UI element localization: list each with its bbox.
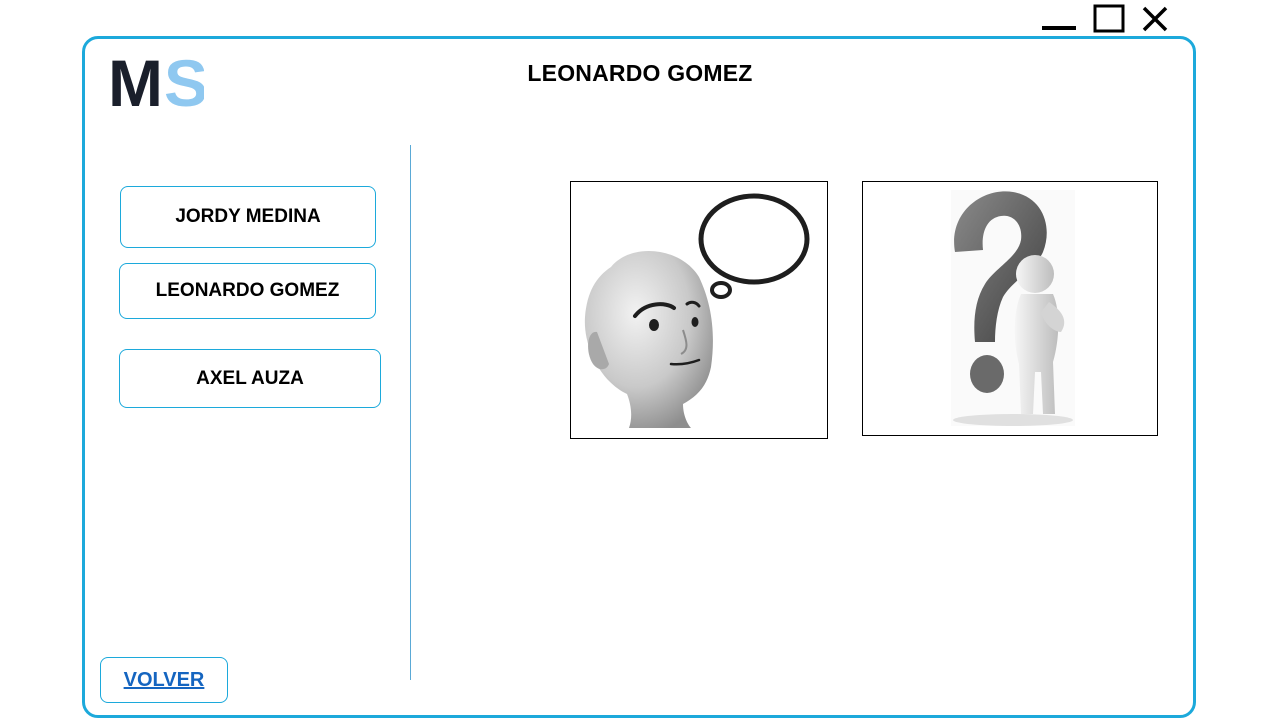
logo-letter-s: S xyxy=(164,52,204,108)
vertical-divider xyxy=(410,145,411,680)
logo-letter-m: M xyxy=(108,52,163,108)
maximize-icon[interactable] xyxy=(1090,4,1130,34)
close-icon[interactable] xyxy=(1136,4,1176,34)
sidebar-item-axel-auza[interactable]: AXEL AUZA xyxy=(119,349,381,408)
window-controls xyxy=(1036,4,1176,34)
thinking-head-image xyxy=(570,181,828,439)
sidebar-item-label: JORDY MEDINA xyxy=(175,206,321,227)
question-mark-person-image xyxy=(862,181,1158,436)
volver-button[interactable]: VOLVER xyxy=(100,657,228,703)
sidebar-item-leonardo-gomez[interactable]: LEONARDO GOMEZ xyxy=(119,263,376,319)
volver-link[interactable]: VOLVER xyxy=(124,669,205,692)
page-title: LEONARDO GOMEZ xyxy=(527,60,753,86)
thinking-head-icon xyxy=(584,193,810,428)
sidebar-item-label: LEONARDO GOMEZ xyxy=(155,280,340,301)
sidebar-item-jordy-medina[interactable]: JORDY MEDINA xyxy=(120,186,376,248)
ms-logo: M S xyxy=(108,46,208,120)
question-mark-person-icon xyxy=(951,190,1075,426)
minimize-icon[interactable] xyxy=(1036,4,1080,34)
sidebar-item-label: AXEL AUZA xyxy=(196,367,304,389)
